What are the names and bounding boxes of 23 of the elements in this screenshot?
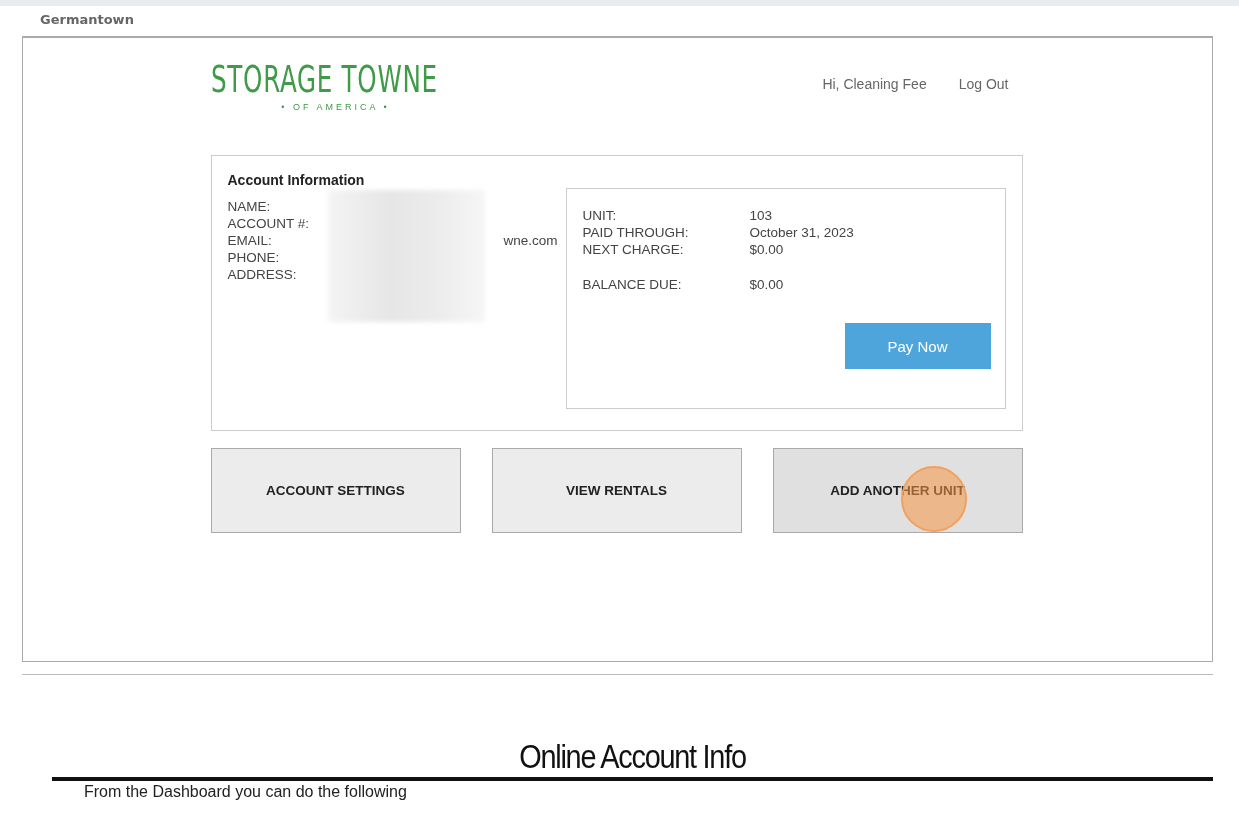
action-button[interactable]: VIEW RENTALS (491, 448, 742, 533)
unit-value: October 31, 2023 (749, 224, 854, 241)
unit-label: BALANCE DUE: (582, 276, 683, 293)
unit-value: 103 (749, 207, 773, 224)
field-label: PHONE: (227, 249, 281, 266)
section-heading: Online Account Info (518, 736, 747, 777)
unit-label: PAID THROUGH: (582, 224, 690, 241)
header-link[interactable]: Log Out (958, 76, 1009, 92)
field-label: ADDRESS: (227, 266, 298, 283)
unit-value: $0.00 (749, 241, 784, 258)
location-label: Germantown (39, 11, 135, 29)
field-value: wne.com (503, 232, 558, 249)
header-link[interactable]: Hi, Cleaning Fee (822, 76, 927, 92)
action-button[interactable]: ACCOUNT SETTINGS (210, 448, 461, 533)
unit-label: NEXT CHARGE: (582, 241, 685, 258)
field-label: EMAIL: (227, 232, 273, 249)
card-title: Account Information (227, 172, 366, 188)
unit-label: UNIT: (582, 207, 618, 224)
field-label: NAME: (227, 198, 272, 215)
field-label: ACCOUNT #: (227, 215, 310, 232)
logo[interactable]: STORAGE TOWNE • OF AMERICA • (210, 58, 461, 112)
unit-value: $0.00 (749, 276, 784, 293)
intro-text: From the Dashboard you can do the following (83, 783, 408, 801)
